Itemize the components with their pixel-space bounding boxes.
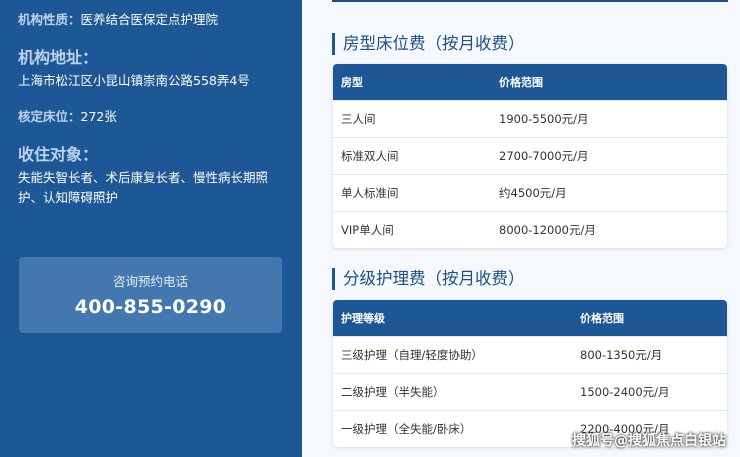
targets-value: 失能失智长者、术后康复长者、慢性病长期照护、认知障碍照护 (18, 170, 269, 205)
price-cell: 1500-2400元/月 (580, 385, 670, 399)
care-fees-title: 分级护理费（按月收费） (332, 268, 525, 290)
care-fees-table: 护理等级 价格范围 三级护理（自理/轻度协助） 800-1350元/月 二级护理… (333, 300, 727, 447)
care-level-cell: 一级护理（全失能/卧床） (341, 422, 472, 436)
bed-count: 核定床位：272张 (18, 107, 284, 127)
header-price-range: 价格范围 (499, 76, 543, 89)
watermark: 搜狐号@搜狐焦点白银站 (572, 433, 726, 449)
table-header: 护理等级 价格范围 (333, 300, 727, 336)
top-divider (332, 0, 728, 2)
header-price-range: 价格范围 (580, 312, 624, 325)
contact-card[interactable]: 咨询预约电话 400-855-0290 (19, 257, 282, 333)
care-level-cell: 三级护理（自理/轻度协助） (341, 348, 483, 362)
beds-key: 核定床位： (18, 109, 81, 124)
price-cell: 约4500元/月 (499, 186, 567, 200)
nature-value: 医养结合医保定点护理院 (80, 12, 219, 27)
price-cell: 1900-5500元/月 (499, 112, 589, 126)
room-type-cell: 三人间 (341, 112, 376, 126)
address-value: 上海市松江区小昆山镇崇南公路558弄4号 (18, 73, 250, 88)
address-key: 机构地址： (18, 48, 99, 67)
admission-targets: 收住对象： 失能失智长者、术后康复长者、慢性病长期照护、认知障碍照护 (18, 141, 284, 208)
contact-phone[interactable]: 400-855-0290 (19, 296, 282, 318)
header-room-type: 房型 (341, 76, 363, 89)
table-row: 二级护理（半失能） 1500-2400元/月 (333, 373, 727, 410)
table-row: VIP单人间 8000-12000元/月 (333, 211, 727, 248)
room-type-cell: VIP单人间 (341, 223, 394, 237)
room-fees-table: 房型 价格范围 三人间 1900-5500元/月 标准双人间 2700-7000… (333, 64, 727, 248)
room-type-cell: 单人标准间 (341, 186, 399, 200)
institution-address: 机构地址： 上海市松江区小昆山镇崇南公路558弄4号 (18, 44, 284, 91)
main-content: 房型床位费（按月收费） 房型 价格范围 三人间 1900-5500元/月 标准双… (302, 0, 740, 457)
room-fees-title: 房型床位费（按月收费） (332, 33, 525, 55)
contact-label: 咨询预约电话 (112, 274, 188, 289)
beds-value: 272张 (80, 109, 117, 124)
institution-nature: 机构性质：医养结合医保定点护理院 (18, 10, 284, 30)
sidebar-panel: 机构性质：医养结合医保定点护理院 机构地址： 上海市松江区小昆山镇崇南公路558… (0, 0, 302, 457)
table-header: 房型 价格范围 (333, 64, 727, 100)
price-cell: 2700-7000元/月 (499, 149, 589, 163)
table-row: 单人标准间 约4500元/月 (333, 174, 727, 211)
targets-key: 收住对象： (18, 145, 99, 164)
price-cell: 8000-12000元/月 (499, 223, 596, 237)
table-row: 三级护理（自理/轻度协助） 800-1350元/月 (333, 336, 727, 373)
price-cell: 800-1350元/月 (580, 348, 663, 362)
care-level-cell: 二级护理（半失能） (341, 385, 445, 399)
nature-key: 机构性质： (18, 12, 81, 27)
header-care-level: 护理等级 (341, 312, 385, 325)
table-row: 标准双人间 2700-7000元/月 (333, 137, 727, 174)
table-row: 三人间 1900-5500元/月 (333, 100, 727, 137)
room-type-cell: 标准双人间 (341, 149, 399, 163)
